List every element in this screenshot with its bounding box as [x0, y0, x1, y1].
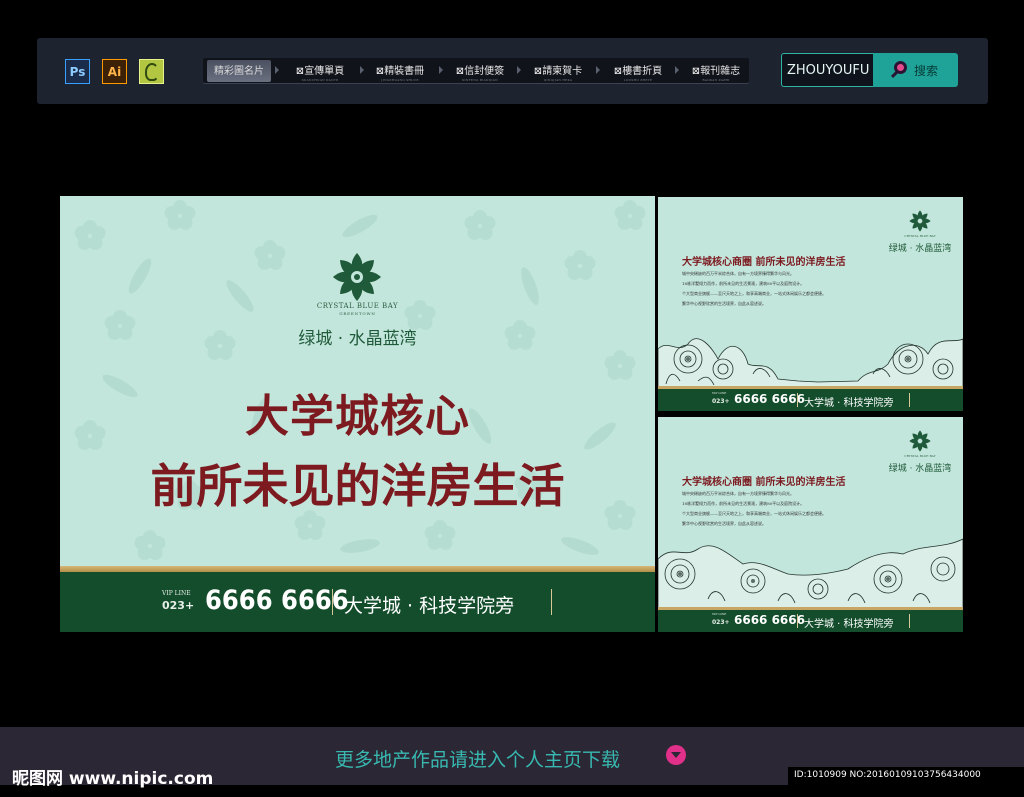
body-copy: 城中央稀缺的百万平米综合体，自有一方境界臻得繁华与风光。 18栋洋墅倾力而作，前…	[682, 491, 826, 526]
tab-icon: ⊠	[691, 66, 701, 77]
area-code: 023+	[712, 398, 730, 405]
brand-name-chinese: 绿城 · 水晶蓝湾	[888, 464, 952, 474]
tab-invitations[interactable]: ⊠請柬賀卡 QINGJIAN HEKA	[523, 60, 593, 82]
tab-envelopes[interactable]: ⊠信封便簽 XINFENG BIANQIAN	[445, 60, 515, 82]
site-watermark-logo: 昵图网 www.nipic.com	[12, 769, 214, 789]
vip-phone-number: 6666 6666	[734, 392, 805, 406]
area-code: 023+	[712, 619, 730, 626]
crystal-bay-logo	[909, 430, 931, 452]
chevron-right-icon	[675, 66, 679, 74]
crystal-bay-logo	[333, 253, 381, 301]
download-banner-text[interactable]: 更多地产作品请进入个人主页下载	[335, 745, 620, 772]
tab-icon: ⊠	[375, 66, 385, 77]
small-poster-2: CRYSTAL BLUE BAY 绿城 · 水晶蓝湾 大学城核心商圈 前所未见的…	[658, 417, 963, 632]
photoshop-icon[interactable]: Ps	[65, 59, 90, 84]
area-code: 023+	[162, 599, 195, 612]
tab-magazines[interactable]: ⊠報刊雜志 BAOKAN ZAZHI	[681, 60, 751, 82]
location-text: 大学城 · 科技学院旁	[804, 398, 894, 409]
illustrator-icon[interactable]: Ai	[102, 59, 127, 84]
location-text: 大学城 · 科技学院旁	[344, 595, 515, 617]
small-headline: 大学城核心商圈 前所未见的洋房生活	[682, 257, 846, 268]
chevron-right-icon	[439, 66, 443, 74]
small-headline: 大学城核心商圈 前所未见的洋房生活	[682, 477, 846, 488]
image-id-text: ID:1010909 NO:20160109103756434000	[794, 770, 981, 780]
brand-name-chinese: 绿城 · 水晶蓝湾	[888, 244, 952, 254]
vip-line-label: VIP LINE	[712, 391, 727, 395]
headline-line-1: 大学城核心	[245, 391, 470, 442]
vip-line-label: VIP LINE	[162, 590, 191, 597]
magnifier-icon	[890, 61, 909, 79]
tab-icon: ⊠	[295, 66, 305, 77]
tab-business-cards[interactable]: 精彩圖名片	[207, 60, 271, 82]
headline-line-2: 前所未见的洋房生活	[150, 459, 565, 513]
top-toolbar: Ps Ai 精彩圖名片 ⊠宣傳單頁 XUANCHUAN DANYE ⊠精裝書冊 …	[37, 38, 988, 104]
vip-line-label: VIP LINE	[712, 612, 727, 616]
footer-divider	[332, 589, 333, 615]
tab-folders[interactable]: ⊠樓書折頁 LOUSHU ZHEYE	[603, 60, 673, 82]
footer-divider	[551, 589, 552, 615]
tab-icon: ⊠	[533, 66, 543, 77]
gold-divider	[658, 607, 963, 610]
brand-name-chinese: 绿城 · 水晶蓝湾	[298, 329, 417, 349]
poster-footer: VIP LINE 023+ 6666 6666 大学城 · 科技学院旁	[658, 389, 963, 411]
brand-name-english: CRYSTAL BLUE BAY	[904, 234, 936, 238]
tab-icon: ⊠	[613, 66, 623, 77]
flower-illustration	[658, 538, 963, 609]
footer-divider	[797, 614, 798, 628]
footer-divider	[909, 393, 910, 407]
gold-divider	[658, 386, 963, 389]
poster-footer: VIP LINE 023+ 6666 6666 大学城 · 科技学院旁	[658, 610, 963, 632]
footer-divider	[797, 393, 798, 407]
chevron-right-icon	[275, 66, 279, 74]
search-button[interactable]: 搜索	[873, 53, 958, 87]
tab-flyers[interactable]: ⊠宣傳單頁 XUANCHUAN DANYE	[285, 60, 355, 82]
poster-footer: VIP LINE 023+ 6666 6666 大学城 · 科技学院旁	[60, 572, 655, 632]
crystal-bay-logo	[909, 210, 931, 232]
download-arrow-icon[interactable]	[666, 745, 686, 765]
small-poster-1: CRYSTAL BLUE BAY 绿城 · 水晶蓝湾 大学城核心商圈 前所未见的…	[658, 197, 963, 411]
chevron-right-icon	[360, 66, 364, 74]
body-copy: 城中央稀缺的百万平米综合体，自有一方境界臻得繁华与风光。 18栋洋墅倾力而作，前…	[682, 271, 826, 306]
category-tabs: 精彩圖名片 ⊠宣傳單頁 XUANCHUAN DANYE ⊠精裝書冊 JINGZH…	[203, 58, 749, 84]
location-text: 大学城 · 科技学院旁	[804, 619, 894, 630]
tab-icon: ⊠	[455, 66, 465, 77]
main-poster: CRYSTAL BLUE BAY GREENTOWN 绿城 · 水晶蓝湾 大学城…	[60, 196, 655, 632]
coreldraw-icon[interactable]	[139, 59, 164, 84]
chevron-right-icon	[596, 66, 600, 74]
flower-illustration	[658, 338, 963, 389]
footer-divider	[909, 614, 910, 628]
search-input[interactable]	[781, 53, 873, 87]
image-id-strip: ID:1010909 NO:20160109103756434000	[788, 767, 1024, 785]
vip-phone-number: 6666 6666	[205, 585, 349, 616]
tab-brochures[interactable]: ⊠精裝書冊 JINGZHUANG SHUCE	[365, 60, 435, 82]
brand-name-english: CRYSTAL BLUE BAY	[316, 302, 399, 310]
chevron-right-icon	[517, 66, 521, 74]
vip-phone-number: 6666 6666	[734, 613, 805, 627]
brand-name-english: CRYSTAL BLUE BAY	[904, 454, 936, 458]
brand-subtitle: GREENTOWN	[339, 311, 376, 316]
